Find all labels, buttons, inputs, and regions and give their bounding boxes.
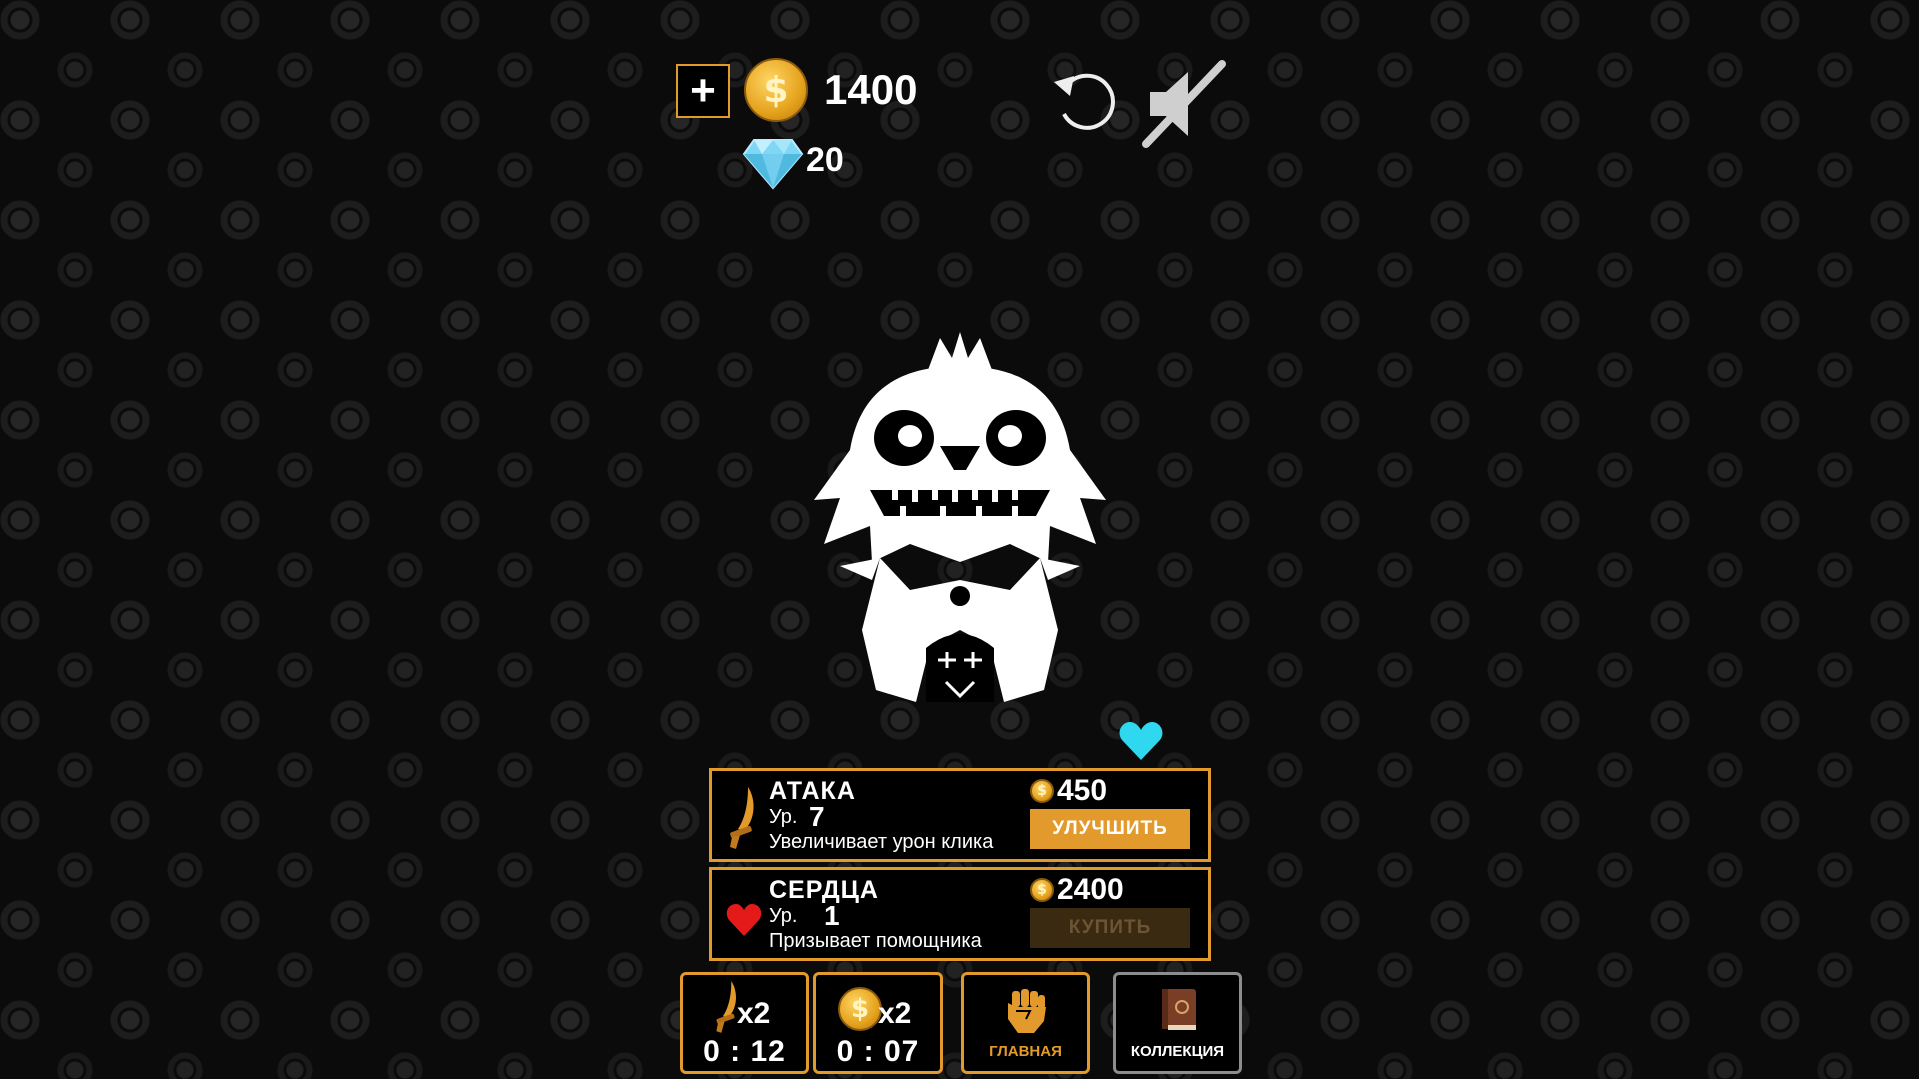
coin-icon: $ bbox=[838, 987, 882, 1031]
diamond-icon bbox=[742, 139, 804, 190]
upgrade-card-attack: АТАКА Ур. 7 Увеличивает урон клика $ 450… bbox=[709, 768, 1211, 862]
price-coin-icon: $ bbox=[1030, 878, 1054, 902]
gold-coin-icon: $ bbox=[744, 58, 808, 122]
level-value: 1 bbox=[824, 900, 840, 931]
boost-multiplier: x2 bbox=[878, 997, 912, 1030]
level-label: Ур. bbox=[769, 806, 798, 828]
level-value: 7 bbox=[809, 801, 825, 832]
heart-icon bbox=[726, 904, 762, 936]
gold-amount: 1400 bbox=[824, 66, 918, 113]
knife-icon bbox=[730, 787, 754, 849]
nav-home-button[interactable]: ГЛАВНАЯ bbox=[961, 972, 1090, 1074]
upgrade-button[interactable]: УЛУЧШИТЬ bbox=[1030, 809, 1190, 849]
boss-monster[interactable] bbox=[800, 330, 1120, 710]
boost-coins-x2[interactable]: $ x2 0 : 07 bbox=[813, 972, 943, 1074]
nav-collection-button[interactable]: КОЛЛЕКЦИЯ bbox=[1113, 972, 1242, 1074]
sound-muted-icon[interactable] bbox=[1136, 58, 1228, 150]
level-label: Ур. bbox=[769, 905, 798, 927]
boost-timer: 0 : 07 bbox=[836, 1035, 920, 1068]
upgrade-card-hearts: СЕРДЦА Ур. 1 Призывает помощника $ 2400 … bbox=[709, 867, 1211, 961]
buy-button[interactable]: КУПИТЬ bbox=[1030, 908, 1190, 948]
price-coin-icon: $ bbox=[1030, 779, 1054, 803]
book-icon bbox=[1162, 989, 1196, 1030]
upgrade-description: Призывает помощника bbox=[769, 930, 982, 952]
upgrade-price: 450 bbox=[1057, 774, 1108, 807]
gem-amount: 20 bbox=[806, 141, 844, 179]
boost-timer: 0 : 12 bbox=[703, 1035, 786, 1068]
upgrade-description: Увеличивает урон клика bbox=[769, 831, 994, 853]
boost-multiplier: x2 bbox=[737, 997, 771, 1030]
add-currency-button[interactable]: + bbox=[676, 64, 730, 118]
fist-icon bbox=[1008, 989, 1046, 1033]
nav-home-label: ГЛАВНАЯ bbox=[989, 1043, 1062, 1060]
upgrade-price: 2400 bbox=[1057, 873, 1124, 906]
boost-attack-x2[interactable]: x2 0 : 12 bbox=[680, 972, 809, 1074]
soul-heart-icon bbox=[1119, 722, 1163, 760]
restart-icon[interactable] bbox=[1048, 66, 1120, 138]
nav-collection-label: КОЛЛЕКЦИЯ bbox=[1130, 1043, 1225, 1060]
